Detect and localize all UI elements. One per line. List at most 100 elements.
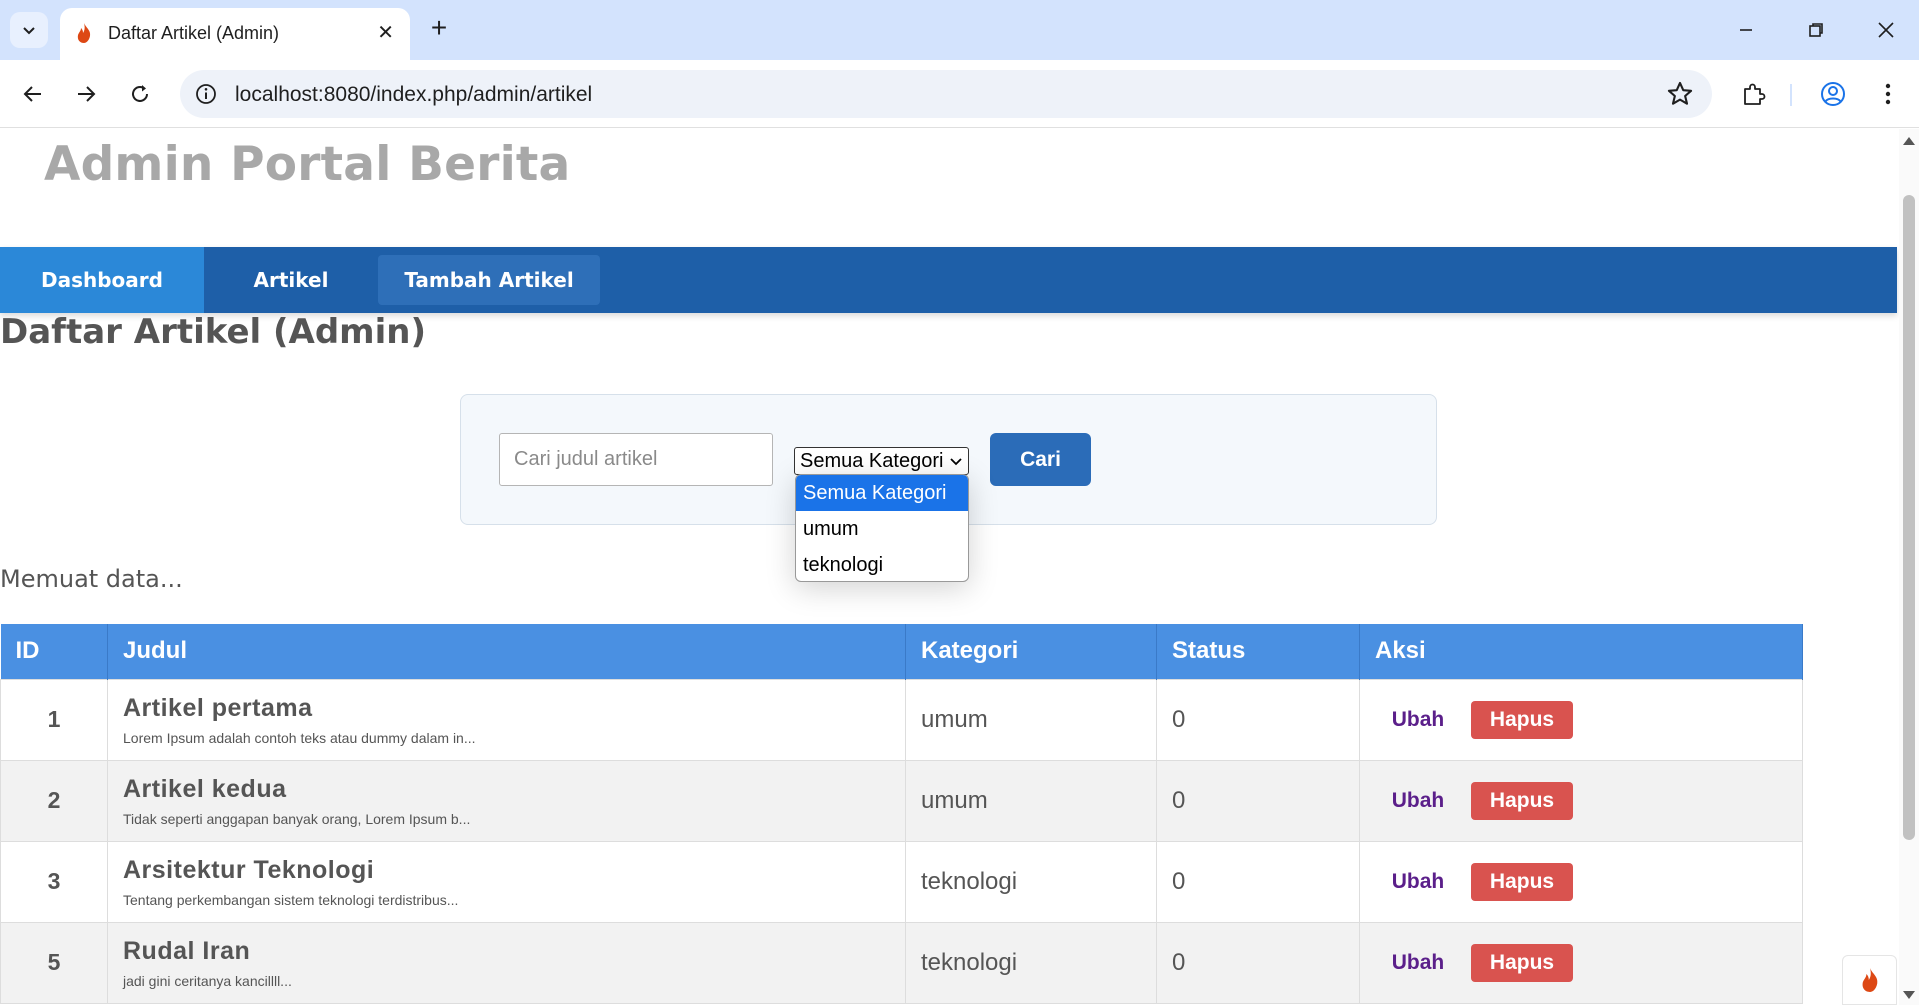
search-input[interactable] [499,433,773,486]
browser-toolbar: localhost:8080/index.php/admin/artikel [0,60,1919,128]
restore-icon [1809,23,1823,37]
site-info-icon[interactable] [194,82,218,106]
page-viewport: Admin Portal Berita Dashboard Artikel Ta… [0,129,1919,1005]
cell-aksi: Ubah Hapus [1359,921,1803,1004]
forward-button[interactable] [68,76,104,112]
bookmark-star-icon[interactable] [1666,80,1694,108]
category-select-value: Semua Kategori [800,450,944,472]
cell-status: 0 [1156,840,1360,923]
kebab-menu-icon [1885,83,1891,105]
delete-button[interactable]: Hapus [1471,781,1573,820]
close-tab-icon[interactable]: ✕ [377,20,394,45]
table-row: 2 Artikel kedua Tidak seperti anggapan b… [0,759,1803,842]
extensions-button[interactable] [1736,76,1772,112]
nav-artikel[interactable]: Artikel [204,247,378,313]
category-dropdown-list: Semua Kategori umum teknologi [795,474,969,582]
cell-kategori: teknologi [905,840,1157,923]
scroll-thumb[interactable] [1903,195,1915,840]
table-row: 1 Artikel pertama Lorem Ipsum adalah con… [0,678,1803,761]
column-header-kategori: Kategori [905,624,1157,679]
scroll-up-arrow[interactable] [1903,137,1915,145]
cell-aksi: Ubah Hapus [1359,840,1803,923]
category-option-semua[interactable]: Semua Kategori [796,475,968,511]
column-header-id: ID [0,624,108,679]
flame-icon [1862,968,1877,992]
page-scrollbar[interactable] [1899,129,1919,1005]
scroll-down-arrow[interactable] [1903,991,1915,999]
cell-id: 2 [0,759,108,842]
puzzle-icon [1744,83,1766,105]
tab-title: Daftar Artikel (Admin) [108,23,280,43]
search-button[interactable]: Cari [990,433,1091,486]
arrow-right-icon [78,86,96,102]
browser-tabbar: Daftar Artikel (Admin) ✕ + [0,0,1919,60]
delete-button[interactable]: Hapus [1471,862,1573,901]
nav-dashboard[interactable]: Dashboard [0,247,204,313]
cell-judul: Rudal Iran jadi gini ceritanya kancillll… [107,921,906,1004]
table-row: 5 Rudal Iran jadi gini ceritanya kancill… [0,921,1803,1004]
address-bar[interactable]: localhost:8080/index.php/admin/artikel [180,70,1712,118]
article-title: Artikel pertama [123,693,313,722]
cell-id: 1 [0,678,108,761]
article-title: Artikel kedua [123,774,287,803]
tab-search-button[interactable] [10,12,48,48]
edit-link[interactable]: Ubah [1375,708,1461,732]
article-excerpt: Tidak seperti anggapan banyak orang, Lor… [123,810,471,827]
edit-link[interactable]: Ubah [1375,951,1461,975]
cell-id: 3 [0,840,108,923]
profile-button[interactable] [1815,76,1851,112]
nav-tambah-artikel[interactable]: Tambah Artikel [378,255,600,305]
article-excerpt: Lorem Ipsum adalah contoh teks atau dumm… [123,729,476,746]
site-title: Admin Portal Berita [44,137,571,192]
toolbar-separator [1790,84,1792,106]
main-navbar: Dashboard Artikel Tambah Artikel [0,247,1897,313]
browser-menu-button[interactable] [1870,76,1906,112]
minimize-icon [1740,29,1752,31]
category-option-teknologi[interactable]: teknologi [796,547,968,581]
chevron-down-icon [950,458,962,466]
cell-aksi: Ubah Hapus [1359,759,1803,842]
close-window-button[interactable] [1868,12,1904,48]
cell-kategori: teknologi [905,921,1157,1004]
article-title: Rudal Iran [123,936,251,965]
restore-button[interactable] [1798,12,1834,48]
edit-link[interactable]: Ubah [1375,870,1461,894]
new-tab-button[interactable]: + [424,10,454,46]
cell-status: 0 [1156,759,1360,842]
loading-status: Memuat data... [0,565,183,593]
reload-button[interactable] [122,76,158,112]
articles-table: ID Judul Kategori Status Aksi 1 Artikel … [0,624,1803,1004]
back-button[interactable] [15,76,51,112]
column-header-status: Status [1156,624,1360,679]
arrow-left-icon [23,86,41,102]
table-row: 3 Arsitektur Teknologi Tentang perkemban… [0,840,1803,923]
cell-aksi: Ubah Hapus [1359,678,1803,761]
column-header-aksi: Aksi [1359,624,1803,679]
url-text: localhost:8080/index.php/admin/artikel [235,83,593,106]
chevron-down-icon [23,27,35,35]
cell-judul: Artikel pertama Lorem Ipsum adalah conto… [107,678,906,761]
close-icon [1878,22,1894,38]
minimize-button[interactable] [1728,12,1764,48]
cell-judul: Arsitektur Teknologi Tentang perkembanga… [107,840,906,923]
delete-button[interactable]: Hapus [1471,700,1573,739]
profile-icon [1821,82,1845,106]
page-title: Daftar Artikel (Admin) [0,312,427,352]
browser-tab-active[interactable]: Daftar Artikel (Admin) ✕ [60,8,410,60]
category-select[interactable]: Semua Kategori [794,447,969,475]
debug-toolbar-toggle[interactable] [1842,955,1897,1005]
column-header-judul: Judul [107,624,906,679]
article-excerpt: Tentang perkembangan sistem teknologi te… [123,891,459,908]
cell-status: 0 [1156,921,1360,1004]
cell-kategori: umum [905,759,1157,842]
delete-button[interactable]: Hapus [1471,943,1573,982]
cell-judul: Artikel kedua Tidak seperti anggapan ban… [107,759,906,842]
table-header-row: ID Judul Kategori Status Aksi [0,624,1803,679]
cell-id: 5 [0,921,108,1004]
article-excerpt: jadi gini ceritanya kancillll... [123,972,292,989]
cell-status: 0 [1156,678,1360,761]
edit-link[interactable]: Ubah [1375,789,1461,813]
flame-icon [77,23,91,43]
article-title: Arsitektur Teknologi [123,855,375,884]
category-option-umum[interactable]: umum [796,511,968,547]
